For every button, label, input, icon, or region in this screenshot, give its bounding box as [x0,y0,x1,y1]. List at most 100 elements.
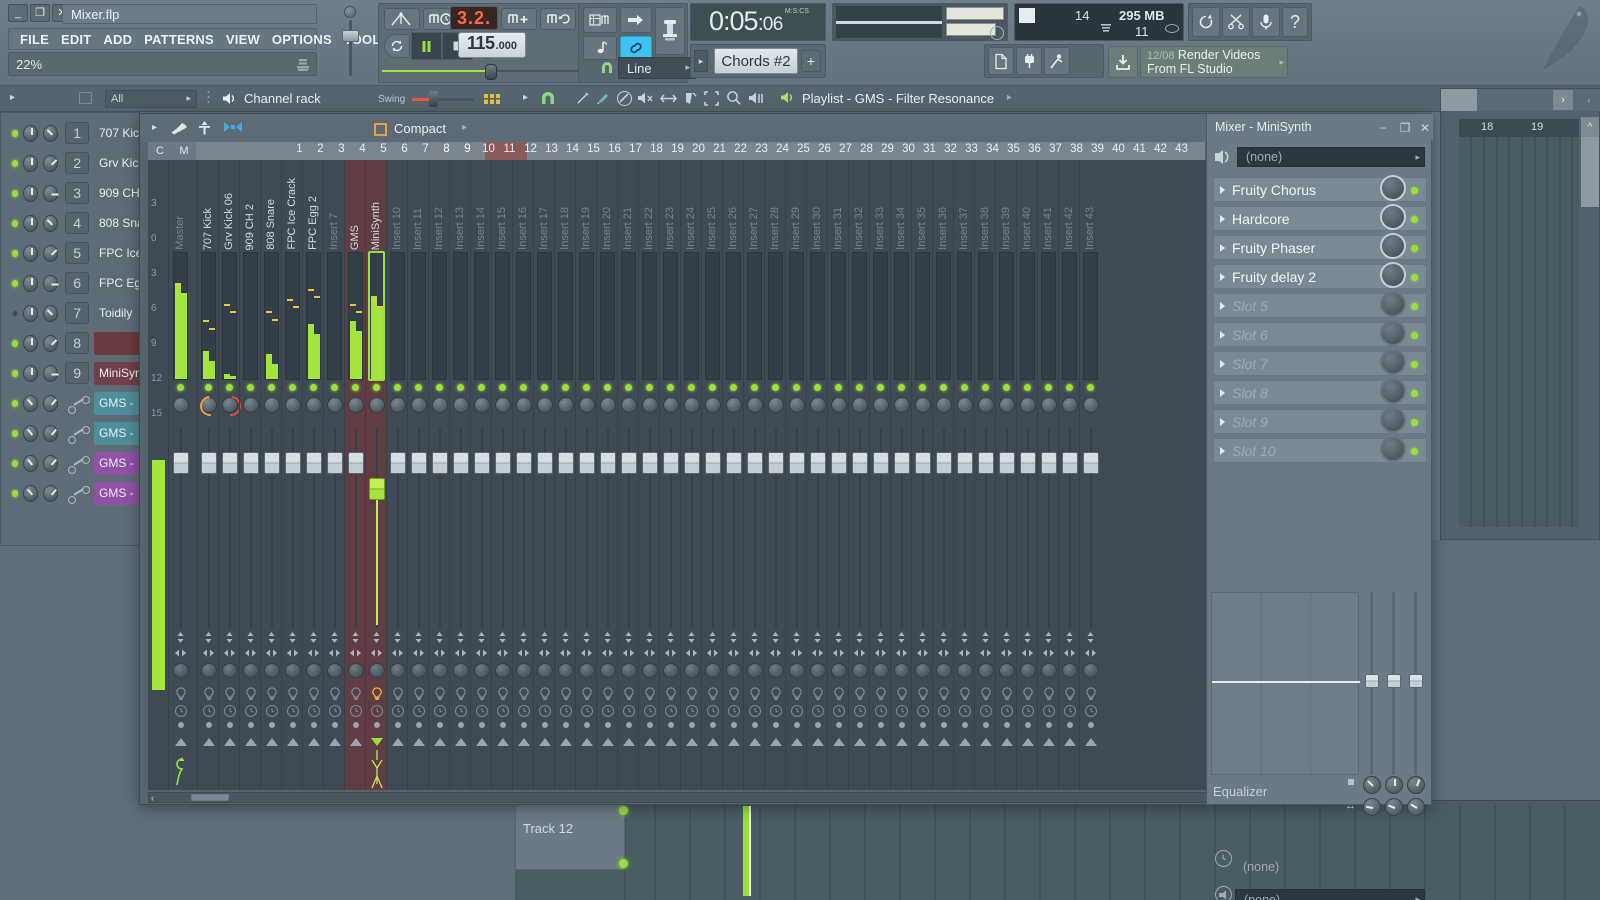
strip-name[interactable]: Insert 16 [513,164,534,250]
strip-record-dot[interactable] [437,722,443,728]
strip-knob-lower[interactable] [390,663,406,678]
channel-mute-led[interactable] [12,309,19,317]
strip-record-dot[interactable] [395,722,401,728]
strip-up-down-arrow[interactable] [645,632,654,643]
channel-name[interactable]: GMS - [94,451,140,475]
strip-record-dot[interactable] [794,722,800,728]
strip-name[interactable]: FPC Ice Crack [282,164,303,250]
strip-knob-lower[interactable] [348,663,364,678]
mixer-ruler-number[interactable]: 29 [877,143,898,155]
strip-route-icon[interactable] [875,738,887,746]
pattern-filter-dropdown[interactable]: All ▸ [105,90,197,108]
strip-volume-fader[interactable] [390,452,406,474]
channel-volume-knob[interactable] [43,424,59,442]
strip-volume-fader[interactable] [1083,452,1099,474]
strip-name[interactable]: Insert 32 [849,164,870,250]
strip-up-down-arrow[interactable] [519,632,528,643]
track-led-bottom[interactable] [619,859,628,868]
effect-slot[interactable]: Slot 10 [1213,436,1427,463]
mixer-ruler-number[interactable]: 39 [1087,143,1108,155]
channel-name[interactable]: FPC Egg 2 [94,271,140,295]
strip-volume-fader[interactable] [747,452,763,474]
menu-item-file[interactable]: FILE [14,31,55,48]
mixer-ruler-number[interactable]: 7 [415,143,436,155]
strip-up-down-arrow[interactable] [176,632,185,643]
strip-left-right-arrow[interactable] [665,647,676,657]
strip-enable-led[interactable] [1003,384,1010,391]
strip-solo-icon[interactable] [539,687,551,701]
strip-left-right-arrow[interactable] [329,647,340,657]
strip-delay-icon[interactable] [896,705,908,717]
strip-record-dot[interactable] [1067,722,1073,728]
strip-knob-lower[interactable] [306,663,322,678]
effect-slot-name[interactable]: Slot 6 [1232,327,1268,343]
strip-record-dot[interactable] [563,722,569,728]
strip-volume-fader[interactable] [600,452,616,474]
channel-volume-knob[interactable] [43,334,59,352]
strip-delay-icon[interactable] [938,705,950,717]
effect-mix-knob[interactable] [1380,349,1406,375]
mixer-strip[interactable]: Insert 7 [324,160,345,790]
strip-volume-fader[interactable] [264,452,280,474]
strip-record-dot[interactable] [248,722,254,728]
strip-route-icon[interactable] [1064,738,1076,746]
strip-knob-lower[interactable] [726,663,742,678]
menu-item-add[interactable]: ADD [97,31,138,48]
strip-route-icon[interactable] [938,738,950,746]
mixer-strip[interactable]: Insert 15 [492,160,513,790]
playlist-next-icon[interactable]: ▸ [1007,92,1012,103]
strip-delay-icon[interactable] [245,705,257,717]
mixer-hscroll-thumb[interactable] [191,794,229,801]
strip-volume-fader[interactable] [873,452,889,474]
strip-left-right-arrow[interactable] [833,647,844,657]
strip-knob-lower[interactable] [894,663,910,678]
strip-left-right-arrow[interactable] [1085,647,1096,657]
mixer-strip[interactable]: Insert 31 [828,160,849,790]
mixer-ruler-number[interactable]: 23 [751,143,772,155]
strip-record-dot[interactable] [521,722,527,728]
swing-slider[interactable] [412,91,474,107]
strip-volume-fader[interactable] [852,452,868,474]
strip-name[interactable]: Insert 25 [702,164,723,250]
strip-record-dot[interactable] [206,722,212,728]
tempo-display[interactable]: 115 .000 [458,32,526,58]
mixer-ruler-number[interactable]: 2 [310,143,331,155]
strip-name[interactable]: Insert 28 [765,164,786,250]
strip-knob-lower[interactable] [432,663,448,678]
strip-left-right-arrow[interactable] [686,647,697,657]
strip-up-down-arrow[interactable] [582,632,591,643]
strip-solo-icon[interactable] [287,687,299,701]
strip-volume-fader[interactable] [957,452,973,474]
strip-solo-icon[interactable] [728,687,740,701]
mixer-ruler-number[interactable]: 38 [1066,143,1087,155]
strip-delay-icon[interactable] [686,705,698,717]
effect-enable-led[interactable] [1411,390,1418,397]
strip-pan-knob[interactable] [978,397,994,413]
strip-up-down-arrow[interactable] [729,632,738,643]
strip-enable-led[interactable] [562,384,569,391]
effect-slot-expand-icon[interactable] [1220,215,1225,223]
mixer-strip[interactable]: GMS [345,160,366,790]
strip-knob-lower[interactable] [789,663,805,678]
strip-volume-fader[interactable] [894,452,910,474]
channel-number[interactable]: 3 [65,182,89,204]
channel-number[interactable]: 4 [65,212,89,234]
strip-name[interactable]: Insert 41 [1038,164,1059,250]
strip-route-icon[interactable] [581,738,593,746]
strip-name[interactable]: Insert 7 [324,164,345,250]
effect-mix-knob[interactable] [1380,320,1406,346]
strip-left-right-arrow[interactable] [1022,647,1033,657]
strip-record-dot[interactable] [1004,722,1010,728]
step-leds-icon[interactable] [484,92,502,106]
strip-delay-icon[interactable] [266,705,278,717]
strip-volume-fader[interactable] [558,452,574,474]
strip-up-down-arrow[interactable] [540,632,549,643]
strip-pan-knob[interactable] [579,397,595,413]
effect-mix-knob[interactable] [1380,436,1406,462]
strip-enable-led[interactable] [793,384,800,391]
channel-rack-row[interactable]: 2Grv Kick 06 [0,148,140,178]
strip-solo-icon[interactable] [1001,687,1013,701]
strip-record-dot[interactable] [1025,722,1031,728]
playlist-scroll-thumb[interactable] [1441,89,1477,111]
mixer-strip[interactable]: FPC Egg 2 [303,160,324,790]
